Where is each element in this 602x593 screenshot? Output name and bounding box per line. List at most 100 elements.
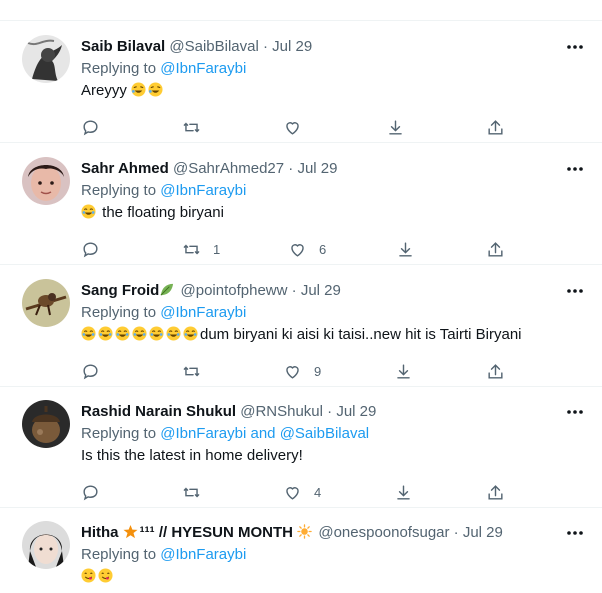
author-handle[interactable]: @onespoonofsugar xyxy=(318,524,449,541)
author-handle[interactable]: @SahrAhmed27 xyxy=(173,160,284,177)
tweet-text: Is this the latest in home delivery! xyxy=(81,446,562,466)
reply-button[interactable] xyxy=(81,359,112,383)
retweet-button[interactable] xyxy=(182,359,213,383)
like-button[interactable]: 4 xyxy=(283,480,321,504)
joy-emoji xyxy=(183,326,198,341)
like-button[interactable] xyxy=(283,115,314,139)
sun-emoji xyxy=(297,524,312,539)
author-name[interactable]: Hitha xyxy=(81,524,119,541)
joy-emoji xyxy=(115,326,130,341)
share-button[interactable] xyxy=(486,115,505,139)
tweet-text-content: Areyyy xyxy=(81,82,127,99)
more-options-icon[interactable] xyxy=(565,159,585,179)
tweet-text: dum biryani ki aisi ki taisi..new hit is… xyxy=(81,325,562,345)
retweet-button[interactable] xyxy=(182,115,213,139)
tweet[interactable]: Sang Froid @pointofpheww · Jul 29 Replyi… xyxy=(0,265,602,387)
mention-link[interactable]: @IbnFaraybi xyxy=(160,182,246,199)
tweet[interactable]: Rashid Narain Shukul @RNShukul · Jul 29 … xyxy=(0,386,602,508)
more-options-icon[interactable] xyxy=(565,281,585,301)
timestamp[interactable]: Jul 29 xyxy=(301,282,341,299)
yum-emoji xyxy=(81,568,96,583)
reply-button[interactable] xyxy=(81,480,112,504)
joy-emoji xyxy=(166,326,181,341)
download-button[interactable] xyxy=(394,480,413,504)
mention-link[interactable]: @IbnFaraybi xyxy=(160,546,246,563)
download-button[interactable] xyxy=(396,237,415,261)
tweet[interactable]: Sahr Ahmed @SahrAhmed27 · Jul 29 Replyin… xyxy=(0,143,602,265)
rofl-emoji xyxy=(131,82,146,97)
like-button[interactable]: 6 xyxy=(288,237,326,261)
author-name[interactable]: Rashid Narain Shukul xyxy=(81,403,236,420)
reply-feed: Saib Bilaval @SaibBilaval · Jul 29 Reply… xyxy=(0,0,602,593)
replying-to-label: Replying to xyxy=(81,304,157,321)
download-button[interactable] xyxy=(394,359,413,383)
timestamp[interactable]: Jul 29 xyxy=(463,524,503,541)
share-icon xyxy=(488,119,503,135)
more-options-icon[interactable] xyxy=(565,523,585,543)
author-name[interactable]: Sahr Ahmed xyxy=(81,160,169,177)
timestamp[interactable]: Jul 29 xyxy=(297,160,337,177)
replying-to-label: Replying to xyxy=(81,546,157,563)
download-button[interactable] xyxy=(386,115,405,139)
rofl-emoji xyxy=(148,82,163,97)
tweet-actions: 9 xyxy=(81,359,521,383)
like-button[interactable]: 9 xyxy=(283,359,321,383)
reply-button[interactable] xyxy=(81,115,112,139)
share-button[interactable] xyxy=(486,359,505,383)
avatar[interactable] xyxy=(22,400,70,448)
tweet-text: the floating biryani xyxy=(81,203,562,223)
replying-to-label: Replying to xyxy=(81,60,157,77)
mention-link[interactable]: @SaibBilaval xyxy=(280,425,369,442)
avatar[interactable] xyxy=(22,157,70,205)
download-icon xyxy=(397,484,410,500)
tweet-header: Hitha ¹¹¹ // HYESUN MONTH @onespoonofsug… xyxy=(81,523,562,543)
tweet-text-content: Is this the latest in home delivery! xyxy=(81,447,303,464)
mention-link[interactable]: @IbnFaraybi xyxy=(160,304,246,321)
avatar-image xyxy=(22,279,70,327)
share-button[interactable] xyxy=(486,237,505,261)
author-handle[interactable]: @RNShukul xyxy=(240,403,323,420)
retweet-count: 1 xyxy=(213,241,221,257)
retweet-icon xyxy=(183,122,200,132)
timestamp[interactable]: Jul 29 xyxy=(272,38,312,55)
tweet-text-content: the floating biryani xyxy=(102,204,224,221)
reply-button[interactable] xyxy=(81,237,112,261)
author-name[interactable]: Sang Froid xyxy=(81,282,159,299)
tweet-actions xyxy=(81,115,521,139)
avatar-image xyxy=(22,400,70,448)
more-options-icon[interactable] xyxy=(565,37,585,57)
retweet-button[interactable] xyxy=(182,480,213,504)
yum-emoji xyxy=(98,568,113,583)
more-options-icon[interactable] xyxy=(565,402,585,422)
separator: · xyxy=(453,524,459,541)
share-icon xyxy=(488,484,503,500)
tweet-text xyxy=(81,567,562,587)
avatar[interactable] xyxy=(22,279,70,327)
replying-to: Replying to @IbnFaraybi xyxy=(81,545,562,565)
tweet[interactable]: Hitha ¹¹¹ // HYESUN MONTH @onespoonofsug… xyxy=(0,507,602,593)
download-icon xyxy=(389,119,402,135)
author-handle[interactable]: @pointofpheww xyxy=(181,282,288,299)
replying-to: Replying to @IbnFaraybi and @SaibBilaval xyxy=(81,424,562,444)
heart-icon xyxy=(286,486,299,500)
author-name[interactable]: Saib Bilaval xyxy=(81,38,165,55)
heart-icon xyxy=(291,243,304,257)
mention-link[interactable]: @IbnFaraybi xyxy=(160,425,246,442)
author-handle[interactable]: @SaibBilaval xyxy=(169,38,258,55)
tweet[interactable]: Saib Bilaval @SaibBilaval · Jul 29 Reply… xyxy=(0,21,602,143)
share-button[interactable] xyxy=(486,480,505,504)
share-icon xyxy=(488,241,503,257)
separator: · xyxy=(291,282,297,299)
avatar[interactable] xyxy=(22,521,70,569)
joy-emoji xyxy=(98,326,113,341)
retweet-button[interactable]: 1 xyxy=(182,237,220,261)
tweet-text-content: dum biryani ki aisi ki taisi..new hit is… xyxy=(200,326,522,343)
avatar[interactable] xyxy=(22,35,70,83)
timestamp[interactable]: Jul 29 xyxy=(336,403,376,420)
avatar-image xyxy=(22,521,70,569)
tweet-actions: 4 xyxy=(81,480,521,504)
tweet-header: Rashid Narain Shukul @RNShukul · Jul 29 xyxy=(81,402,562,422)
mention-link[interactable]: @IbnFaraybi xyxy=(160,60,246,77)
joy-emoji xyxy=(81,204,96,219)
tweet-text: Areyyy xyxy=(81,81,562,101)
